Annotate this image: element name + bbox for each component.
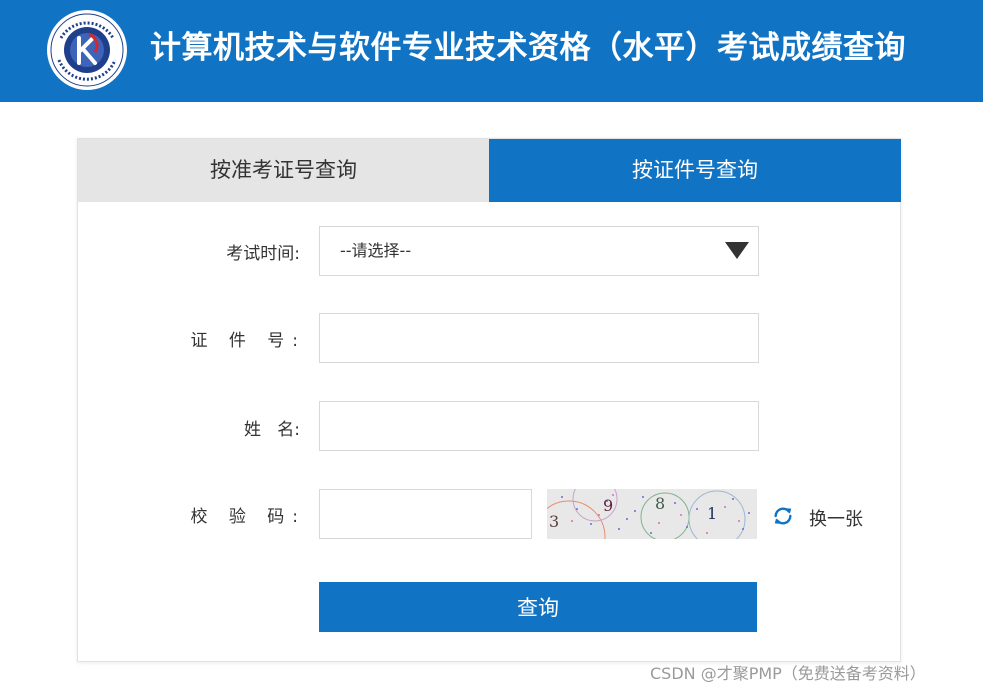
tab-id-number[interactable]: 按证件号查询	[489, 139, 901, 202]
ruankao-emblem-logo	[47, 10, 127, 90]
exam-time-label: 考试时间:	[226, 244, 300, 264]
name-label: 姓 名:	[244, 420, 300, 440]
captcha-label: 校 验 码:	[190, 507, 306, 527]
submit-query-button[interactable]: 查询	[319, 582, 757, 632]
top-banner: 计算机技术与软件专业技术资格（水平）考试成绩查询	[0, 0, 983, 102]
name-input[interactable]	[319, 401, 759, 451]
exam-time-selected-value: --请选择--	[340, 241, 412, 260]
tab-admission-number[interactable]: 按准考证号查询	[78, 139, 489, 202]
captcha-input[interactable]	[319, 489, 532, 539]
id-number-label: 证 件 号:	[190, 331, 306, 351]
dropdown-arrow-icon	[725, 242, 749, 259]
csdn-watermark: CSDN @才聚PMP（免费送备考资料）	[650, 664, 926, 683]
captcha-digit-1: 3	[549, 512, 559, 531]
captcha-digit-4: 1	[707, 504, 717, 523]
id-number-input[interactable]	[319, 313, 759, 363]
captcha-image[interactable]: 3 9 8 1	[547, 489, 757, 539]
page-title: 计算机技术与软件专业技术资格（水平）考试成绩查询	[150, 30, 906, 66]
exam-time-select[interactable]: --请选择--	[319, 226, 759, 276]
refresh-captcha-link[interactable]: 换一张	[809, 505, 863, 531]
query-panel: 按准考证号查询 按证件号查询 考试时间: --请选择-- 证 件 号: 姓 名:…	[77, 138, 901, 662]
captcha-digit-2: 9	[603, 496, 613, 515]
refresh-icon[interactable]	[772, 505, 794, 527]
captcha-digit-3: 8	[655, 494, 665, 513]
